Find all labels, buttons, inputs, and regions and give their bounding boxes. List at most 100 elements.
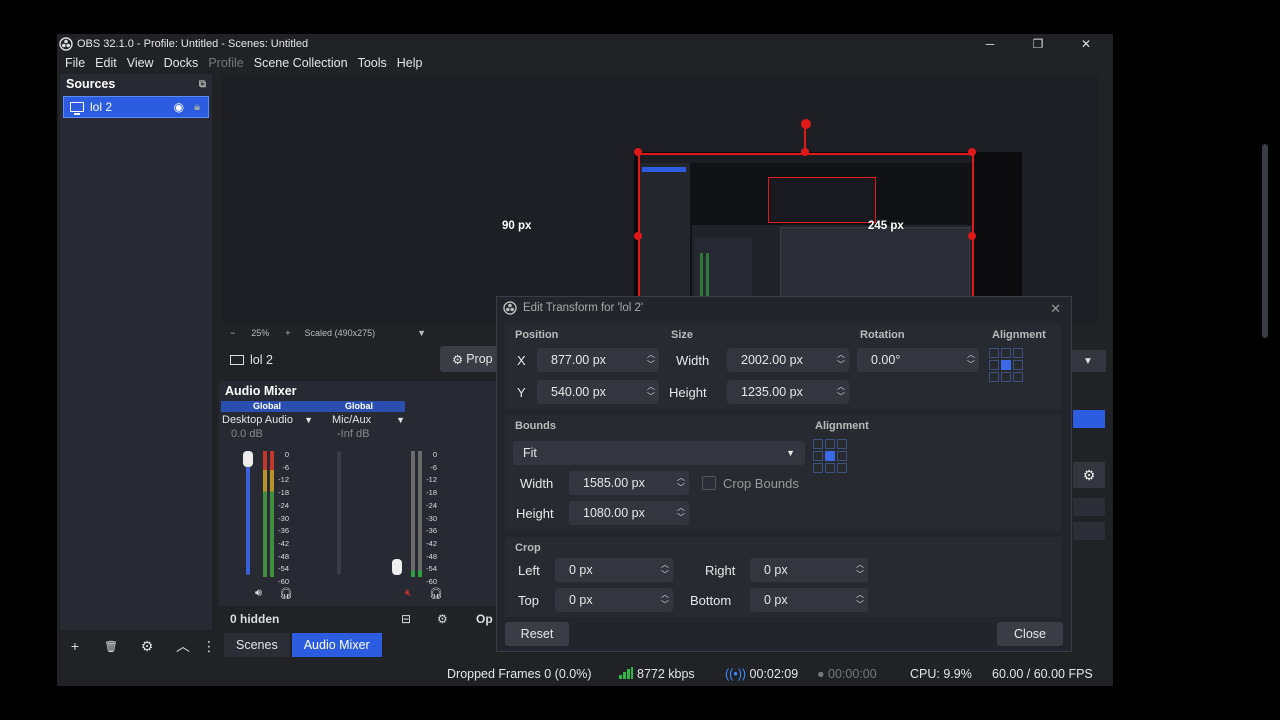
close-icon[interactable]: ✕ — [1050, 301, 1061, 317]
options-label[interactable]: Op — [476, 612, 493, 626]
add-source-icon[interactable]: + — [57, 638, 93, 654]
advanced-audio-icon[interactable]: ⚙ — [437, 612, 448, 626]
menu-profile[interactable]: Profile — [208, 56, 243, 70]
chevron-down-icon[interactable]: ▼ — [396, 415, 405, 425]
source-settings-icon[interactable]: ⚙ — [129, 638, 165, 655]
size-height-input[interactable]: 1235.00 px ︿ ﹀ — [727, 380, 849, 404]
crop-bottom-input[interactable]: 0 px ︿ ﹀ — [750, 588, 868, 612]
monitor-headphones-icon[interactable]: 🎧︎ — [279, 587, 293, 600]
menu-scene-collection[interactable]: Scene Collection — [254, 56, 348, 70]
align-cell[interactable] — [825, 463, 835, 473]
align-cell[interactable] — [1013, 372, 1023, 382]
menu-file[interactable]: File — [65, 56, 85, 70]
restore-button[interactable]: ❐ — [1023, 34, 1053, 53]
align-cell[interactable] — [1001, 372, 1011, 382]
source-item[interactable]: lol 2 ◉ 🔒︎ — [63, 96, 209, 118]
chevron-down-icon[interactable]: ▼ — [304, 415, 313, 425]
transition-dropdown[interactable]: ▼ — [1070, 350, 1106, 372]
stepper-arrows-icon[interactable]: ︿ ﹀ — [673, 503, 689, 523]
speaker-icon[interactable]: 🔊︎ — [255, 587, 262, 600]
align-cell[interactable] — [989, 372, 999, 382]
reset-button[interactable]: Reset — [505, 622, 569, 646]
tab-audio-mixer[interactable]: Audio Mixer — [291, 633, 382, 657]
bounds-width-input[interactable]: 1585.00 px ︿ ﹀ — [569, 471, 689, 495]
transition-settings-icon[interactable]: ⚙ — [1073, 462, 1105, 488]
handle-top[interactable] — [801, 148, 809, 156]
channel-header[interactable]: Mic/Aux ▼ — [313, 414, 405, 426]
scale-dropdown-icon[interactable]: ▼ — [417, 328, 426, 338]
rotation-input[interactable]: 0.00° ︿ ﹀ — [857, 348, 979, 372]
move-up-icon[interactable]: ︿ — [165, 636, 201, 656]
align-cell[interactable] — [989, 360, 999, 370]
tab-scenes[interactable]: Scenes — [224, 633, 290, 657]
undock-icon[interactable]: ⧉ — [199, 79, 206, 90]
crop-bounds-checkbox[interactable] — [702, 476, 716, 490]
position-y-input[interactable]: 540.00 px ︿ ﹀ — [537, 380, 659, 404]
align-cell[interactable] — [813, 439, 823, 449]
menu-docks[interactable]: Docks — [164, 56, 199, 70]
align-cell[interactable] — [1001, 348, 1011, 358]
desktop-volume-slider[interactable] — [246, 451, 250, 575]
menu-edit[interactable]: Edit — [95, 56, 117, 70]
mic-volume-slider[interactable] — [337, 451, 341, 575]
rotation-handle[interactable] — [801, 119, 811, 129]
stepper-arrows-icon[interactable]: ︿ ﹀ — [643, 350, 659, 370]
align-cell[interactable] — [837, 463, 847, 473]
muted-speaker-icon[interactable]: 🔇︎ — [405, 587, 412, 600]
minimize-button[interactable]: ─ — [975, 34, 1005, 53]
crop-right-input[interactable]: 0 px ︿ ﹀ — [750, 558, 868, 582]
align-cell-selected[interactable] — [1001, 360, 1011, 370]
stepper-arrows-icon[interactable]: ︿ ﹀ — [852, 590, 868, 610]
align-cell[interactable] — [837, 451, 847, 461]
bounds-height-input[interactable]: 1080.00 px ︿ ﹀ — [569, 501, 689, 525]
align-cell[interactable] — [989, 348, 999, 358]
menu-tools[interactable]: Tools — [358, 56, 387, 70]
bounds-alignment-grid[interactable] — [813, 439, 847, 473]
selected-transition-item[interactable] — [1073, 410, 1105, 428]
close-window-button[interactable]: ✕ — [1071, 34, 1101, 53]
handle-right[interactable] — [968, 232, 976, 240]
align-cell[interactable] — [1013, 360, 1023, 370]
monitor-headphones-icon[interactable]: 🎧︎ — [429, 587, 443, 600]
align-cell[interactable] — [825, 439, 835, 449]
align-cell[interactable] — [837, 439, 847, 449]
visibility-eye-icon[interactable]: ◉ — [174, 100, 184, 114]
preview-area[interactable]: 90 px 245 px — [222, 74, 1268, 338]
handle-left[interactable] — [634, 232, 642, 240]
lock-icon[interactable]: 🔒︎ — [194, 101, 200, 114]
stepper-arrows-icon[interactable]: ︿ ﹀ — [657, 560, 673, 580]
menu-view[interactable]: View — [127, 56, 154, 70]
align-cell[interactable] — [813, 451, 823, 461]
stepper-arrows-icon[interactable]: ︿ ﹀ — [833, 350, 849, 370]
controls-item[interactable] — [1073, 522, 1105, 540]
align-cell-selected[interactable] — [825, 451, 835, 461]
bounds-type-select[interactable]: Fit ▼ — [513, 441, 805, 465]
align-cell[interactable] — [813, 463, 823, 473]
channel-header[interactable]: Desktop Audio ▼ — [221, 414, 313, 426]
size-width-input[interactable]: 2002.00 px ︿ ﹀ — [727, 348, 849, 372]
position-alignment-grid[interactable] — [989, 348, 1023, 382]
stepper-arrows-icon[interactable]: ︿ ﹀ — [643, 382, 659, 402]
stepper-arrows-icon[interactable]: ︿ ﹀ — [852, 560, 868, 580]
close-button[interactable]: Close — [997, 622, 1063, 646]
position-x-input[interactable]: 877.00 px ︿ ﹀ — [537, 348, 659, 372]
menu-help[interactable]: Help — [397, 56, 423, 70]
stepper-arrows-icon[interactable]: ︿ ﹀ — [963, 350, 979, 370]
stepper-arrows-icon[interactable]: ︿ ﹀ — [833, 382, 849, 402]
stepper-arrows-icon[interactable]: ︿ ﹀ — [673, 473, 689, 493]
zoom-out-button[interactable]: − — [230, 328, 235, 338]
align-cell[interactable] — [1013, 348, 1023, 358]
crop-top-input[interactable]: 0 px ︿ ﹀ — [555, 588, 673, 612]
controls-item[interactable] — [1073, 498, 1105, 516]
handle-top-right[interactable] — [968, 148, 976, 156]
remove-source-icon[interactable]: 🗑 — [93, 640, 129, 653]
stepper-arrows-icon[interactable]: ︿ ﹀ — [657, 590, 673, 610]
crop-left-input[interactable]: 0 px ︿ ﹀ — [555, 558, 673, 582]
mic-volume-knob[interactable] — [392, 559, 402, 575]
more-options-icon[interactable]: ⋮ — [201, 638, 217, 655]
preview-scrollbar[interactable] — [1262, 144, 1268, 338]
zoom-in-button[interactable]: + — [285, 328, 290, 338]
handle-top-left[interactable] — [634, 148, 642, 156]
layout-icon[interactable]: ⊟ — [401, 612, 411, 626]
desktop-volume-knob[interactable] — [243, 451, 253, 467]
